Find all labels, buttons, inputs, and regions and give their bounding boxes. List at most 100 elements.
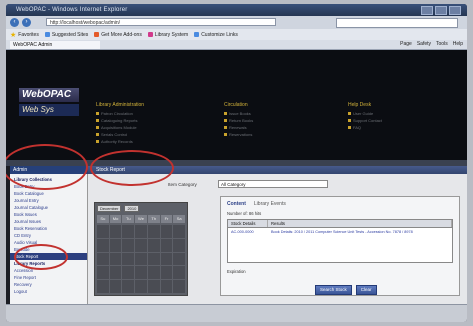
header-link[interactable]: Cataloguing Reports <box>96 118 144 123</box>
header-link[interactable]: Patron Circulation <box>96 111 144 116</box>
calendar-day-cell[interactable] <box>109 252 122 266</box>
header-link[interactable]: FAQ <box>348 125 382 130</box>
calendar-day-cell[interactable] <box>109 266 122 280</box>
sidebar-item[interactable]: Journal Entry <box>14 197 87 204</box>
calendar-day-cell[interactable] <box>160 252 173 266</box>
status-bar <box>6 304 467 322</box>
header-link[interactable]: Reservations <box>224 132 253 137</box>
maximize-button[interactable] <box>435 6 447 15</box>
minimize-button[interactable] <box>421 6 433 15</box>
address-bar: ‹ › http://localhost/webopac/admin/ <box>6 16 467 29</box>
calendar-day-cell[interactable] <box>97 225 109 238</box>
calendar-day-cell[interactable] <box>135 252 147 266</box>
url-input[interactable]: http://localhost/webopac/admin/ <box>46 18 276 26</box>
table-row[interactable]: AC-000-0000 Book Details: 2010 / 2011 Co… <box>228 228 452 237</box>
sidebar-item[interactable]: CD Entry <box>14 232 87 239</box>
annotation-circle <box>90 150 174 186</box>
bullet-icon <box>224 112 227 115</box>
calendar-day-cell[interactable] <box>109 280 122 293</box>
header-link[interactable]: Return Books <box>224 118 253 123</box>
calendar-day-cell[interactable] <box>147 252 160 266</box>
calendar-day-cell[interactable] <box>160 238 173 252</box>
command-page[interactable]: Page <box>400 41 412 47</box>
calendar-day-cell[interactable] <box>109 238 122 252</box>
calendar-day-cell[interactable] <box>109 225 122 238</box>
sidebar-item[interactable]: Journal Catalogue <box>14 204 87 211</box>
favorite-link[interactable]: Get More Add-ons <box>94 32 142 38</box>
calendar-day-cell[interactable] <box>173 225 185 238</box>
calendar-day-cell[interactable] <box>122 225 135 238</box>
calendar-day-cell[interactable] <box>97 252 109 266</box>
bullet-icon <box>96 126 99 129</box>
calendar-day-cell[interactable] <box>147 225 160 238</box>
favorite-link[interactable]: Customize Links <box>194 32 238 38</box>
header-link[interactable]: Acquisitions Module <box>96 125 144 130</box>
tab-library-events[interactable]: Library Events <box>254 201 286 207</box>
main-panel: Stock Report Item Category All Category … <box>88 166 467 304</box>
favorite-link[interactable]: Suggested Sites <box>44 32 88 38</box>
calendar-day-cell[interactable] <box>97 280 109 293</box>
header-link[interactable]: Authority Records <box>96 139 144 144</box>
calendar-day-cell[interactable] <box>173 252 185 266</box>
command-safety[interactable]: Safety <box>417 41 431 47</box>
year-select[interactable]: 2010 <box>124 205 140 212</box>
forward-arrow-icon[interactable]: › <box>22 18 31 27</box>
sidebar-item[interactable]: Journal Issues <box>14 218 87 225</box>
calendar-day-cell[interactable] <box>173 238 185 252</box>
header-link[interactable]: Support Contact <box>348 118 382 123</box>
header-link[interactable]: Renewals <box>224 125 253 130</box>
sidebar-item[interactable]: Fine Report <box>14 274 87 281</box>
header-link[interactable]: Serials Control <box>96 132 144 137</box>
month-select[interactable]: December <box>97 205 122 212</box>
calendar-day-cell[interactable] <box>160 266 173 280</box>
calendar-day-cell[interactable] <box>135 225 147 238</box>
back-arrow-icon[interactable]: ‹ <box>10 18 19 27</box>
window-controls <box>421 6 461 15</box>
sidebar-item[interactable]: Recovery <box>14 281 87 288</box>
calendar-day-cell[interactable] <box>173 266 185 280</box>
window-title: WebOPAC - Windows Internet Explorer <box>16 7 128 13</box>
clear-button[interactable]: Clear <box>355 285 377 295</box>
calendar-day-cell[interactable] <box>160 280 173 293</box>
weekday-label: Mo <box>109 215 122 223</box>
command-help[interactable]: Help <box>453 41 463 47</box>
favorite-link[interactable]: Library System <box>147 32 188 38</box>
calendar-day-cell[interactable] <box>147 280 160 293</box>
category-select[interactable]: All Category <box>218 180 328 188</box>
calendar-day-cell[interactable] <box>160 225 173 238</box>
window-titlebar: WebOPAC - Windows Internet Explorer <box>6 4 467 16</box>
calendar-day-cell[interactable] <box>122 280 135 293</box>
command-tools[interactable]: Tools <box>436 41 448 47</box>
close-button[interactable] <box>449 6 461 15</box>
calendar-day-cell[interactable] <box>122 252 135 266</box>
favorites-button[interactable]: ★ Favorites <box>10 31 39 39</box>
sidebar-item-logout[interactable]: Logout <box>14 288 87 295</box>
calendar-day-cell[interactable] <box>135 280 147 293</box>
row-detail[interactable]: Book Details: 2010 / 2011 Computer Scien… <box>268 228 452 237</box>
header-link[interactable]: User Guide <box>348 111 382 116</box>
calendar-day-cell[interactable] <box>135 266 147 280</box>
calendar-day-cell[interactable] <box>122 238 135 252</box>
calendar-day-cell[interactable] <box>147 266 160 280</box>
header-link[interactable]: Issue Books <box>224 111 253 116</box>
logo-webopac[interactable]: WebOPAC <box>19 88 79 102</box>
calendar-day-cell[interactable] <box>122 266 135 280</box>
sidebar-item[interactable]: Book Catalogue <box>14 190 87 197</box>
annotation-circle <box>6 144 88 190</box>
bullet-icon <box>224 126 227 129</box>
tab-content[interactable]: Content <box>227 201 246 207</box>
row-id[interactable]: AC-000-0000 <box>228 228 268 237</box>
calendar-day-cell[interactable] <box>135 238 147 252</box>
search-input[interactable] <box>336 18 458 28</box>
search-stock-button[interactable]: Search Stock <box>315 285 352 295</box>
calendar-day-cell[interactable] <box>97 238 109 252</box>
calendar-day-cell[interactable] <box>147 238 160 252</box>
sidebar-item[interactable]: Book Reservation <box>14 225 87 232</box>
browser-tab[interactable]: WebOPAC Admin <box>10 41 100 49</box>
sidebar-item[interactable]: Book Issues <box>14 211 87 218</box>
calendar-day-cell[interactable] <box>97 266 109 280</box>
header-column: Circulation Issue Books Return Books Ren… <box>224 102 253 139</box>
bullet-icon <box>224 133 227 136</box>
column-heading: Help Desk <box>348 102 372 108</box>
calendar-day-cell[interactable] <box>173 280 185 293</box>
